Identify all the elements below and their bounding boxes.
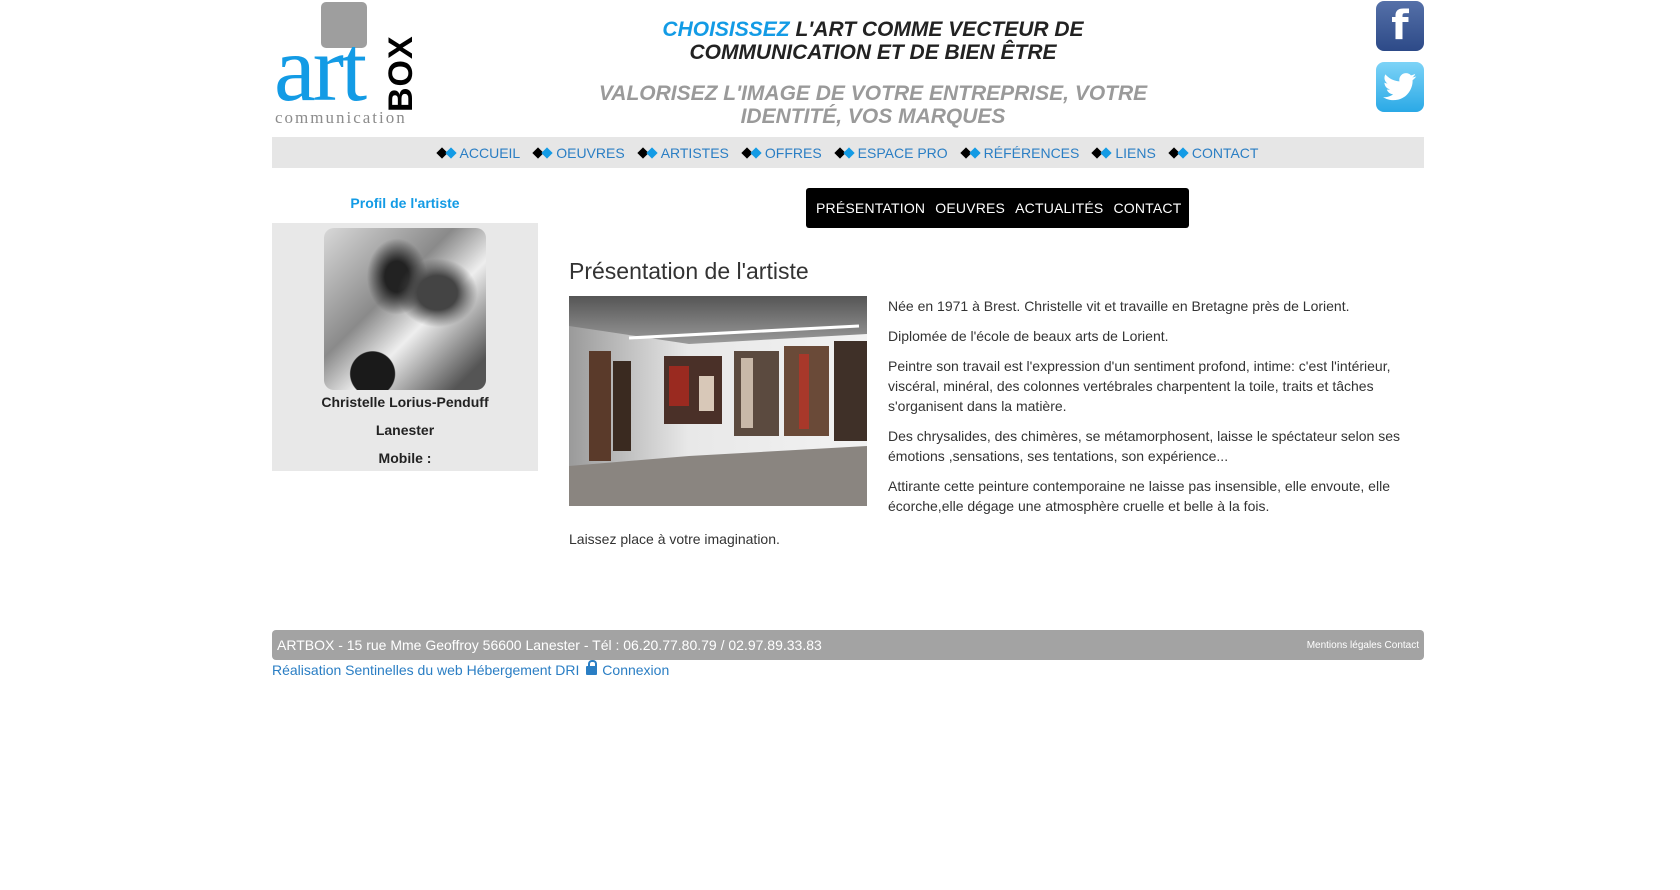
nav-item-references[interactable]: RÉFÉRENCES (962, 145, 1080, 161)
diamond-bullet-icon (962, 147, 978, 159)
tagline-highlight: CHOISISSEZ (662, 18, 790, 41)
header-subtagline: VALORISEZ L'IMAGE DE VOTRE ENTREPRISE, V… (598, 82, 1148, 128)
tab-presentation[interactable]: PRÉSENTATION (816, 200, 925, 216)
page-title: Présentation de l'artiste (569, 258, 809, 284)
presentation-text: Née en 1971 à Brest. Christelle vit et t… (888, 296, 1425, 526)
twitter-bird-icon (1383, 73, 1417, 101)
hosting-link[interactable]: Hébergement DRI (467, 662, 580, 678)
artist-name: Christelle Lorius-Penduff (321, 394, 489, 410)
sidebar-title: Profil de l'artiste (272, 185, 538, 223)
tab-oeuvres[interactable]: OEUVRES (935, 200, 1005, 216)
twitter-icon[interactable] (1376, 62, 1424, 112)
diamond-bullet-icon (743, 147, 759, 159)
artist-profile-sidebar: Profil de l'artiste Christelle Lorius-Pe… (272, 185, 538, 471)
footer-address: ARTBOX - 15 rue Mme Geoffroy 56600 Lanes… (277, 637, 822, 653)
legal-notice-link[interactable]: Mentions légales (1307, 640, 1382, 651)
nav-item-artistes[interactable]: ARTISTES (639, 145, 729, 161)
paragraph: Attirante cette peinture contemporaine n… (888, 478, 1390, 514)
facebook-icon[interactable]: f (1376, 1, 1424, 51)
artbox-logo[interactable]: art BOX communication (274, 2, 430, 127)
nav-item-label: ARTISTES (660, 144, 729, 161)
artist-subnav: PRÉSENTATION OEUVRES ACTUALITÉS CONTACT (806, 188, 1189, 228)
artist-city: Lanester (375, 422, 435, 438)
nav-item-offres[interactable]: OFFRES (743, 145, 822, 161)
paragraph: Diplomée de l'école de beaux arts de Lor… (888, 328, 1169, 344)
footer-bar: ARTBOX - 15 rue Mme Geoffroy 56600 Lanes… (272, 630, 1424, 660)
nav-item-label: ACCUEIL (459, 144, 521, 161)
nav-item-label: LIENS (1115, 144, 1156, 161)
paragraph: Née en 1971 à Brest. Christelle vit et t… (888, 298, 1350, 314)
nav-item-liens[interactable]: LIENS (1093, 145, 1155, 161)
lock-icon (586, 660, 598, 675)
diamond-bullet-icon (836, 147, 852, 159)
gallery-image (569, 296, 867, 506)
logo-communication-text: communication (275, 108, 407, 127)
logo-box-text: BOX (382, 35, 420, 112)
artist-mobile-label: Mobile : (378, 450, 432, 466)
nav-item-label: ESPACE PRO (857, 144, 948, 161)
artist-avatar (324, 228, 486, 390)
logo-art-text: art (274, 17, 367, 121)
diamond-bullet-icon (438, 147, 454, 159)
diamond-bullet-icon (639, 147, 655, 159)
main-content: Présentation de l'artiste Née en 1971 à … (569, 254, 1425, 547)
diamond-bullet-icon (1093, 147, 1109, 159)
main-nav: ACCUEIL OEUVRES ARTISTES OFFRES ESPACE P… (272, 137, 1424, 168)
nav-item-label: OEUVRES (556, 144, 625, 161)
nav-item-label: OFFRES (764, 144, 822, 161)
sidebar-body: Christelle Lorius-Penduff Lanester Mobil… (272, 223, 538, 471)
footer-contact-link[interactable]: Contact (1385, 640, 1419, 651)
realisation-link[interactable]: Réalisation Sentinelles du web (272, 662, 463, 678)
closing-line: Laissez place à votre imagination. (569, 531, 780, 547)
footer-links: Mentions légales Contact (1307, 640, 1419, 651)
nav-item-espace-pro[interactable]: ESPACE PRO (836, 145, 948, 161)
diamond-bullet-icon (1170, 147, 1186, 159)
login-link[interactable]: Connexion (602, 662, 669, 678)
page-wrapper: art BOX communication CHOISISSEZ L'ART C… (272, 0, 1424, 890)
diamond-bullet-icon (534, 147, 550, 159)
nav-item-contact[interactable]: CONTACT (1170, 145, 1259, 161)
paragraph: Des chrysalides, des chimères, se métamo… (888, 428, 1401, 464)
header-tagline: CHOISISSEZ L'ART COMME VECTEUR DE COMMUN… (570, 18, 1176, 64)
tab-actualites[interactable]: ACTUALITÉS (1015, 200, 1103, 216)
nav-item-accueil[interactable]: ACCUEIL (438, 145, 521, 161)
nav-item-label: CONTACT (1191, 144, 1259, 161)
nav-item-oeuvres[interactable]: OEUVRES (534, 145, 624, 161)
tab-contact[interactable]: CONTACT (1113, 200, 1181, 216)
exhibition-photo (569, 296, 867, 506)
footer-credits: Réalisation Sentinelles du web Hébergeme… (272, 660, 669, 678)
nav-item-label: RÉFÉRENCES (983, 144, 1080, 161)
paragraph: Peintre son travail est l'expression d'u… (888, 358, 1391, 414)
